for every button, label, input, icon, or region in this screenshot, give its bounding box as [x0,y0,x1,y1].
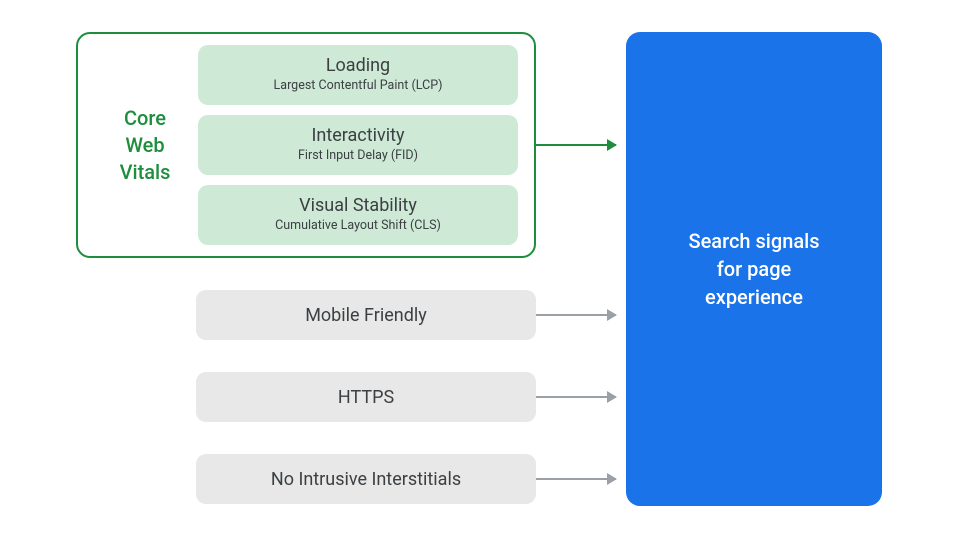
vital-interactivity: Interactivity First Input Delay (FID) [198,115,518,175]
search-signals-box: Search signals for page experience [626,32,882,506]
core-web-vitals-label: Core Web Vitals [92,105,198,186]
signal-label: Mobile Friendly [305,305,427,326]
vital-subtitle: Cumulative Layout Shift (CLS) [210,218,506,233]
vital-title: Loading [210,55,506,76]
target-text: Search signals for page experience [688,227,819,311]
cwv-label-line: Web [92,132,198,159]
arrow-cwv-to-target [536,144,616,146]
vital-title: Visual Stability [210,195,506,216]
vital-subtitle: Largest Contentful Paint (LCP) [210,78,506,93]
signal-mobile-friendly: Mobile Friendly [196,290,536,340]
vital-subtitle: First Input Delay (FID) [210,148,506,163]
arrow-mobile-to-target [536,314,616,316]
vital-visual-stability: Visual Stability Cumulative Layout Shift… [198,185,518,245]
target-line: experience [688,283,819,311]
signal-label: HTTPS [338,387,394,408]
vitals-column: Loading Largest Contentful Paint (LCP) I… [198,45,518,245]
target-line: Search signals [688,227,819,255]
cwv-label-line: Core [92,105,198,132]
arrow-https-to-target [536,396,616,398]
signal-https: HTTPS [196,372,536,422]
cwv-label-line: Vitals [92,159,198,186]
target-line: for page [688,255,819,283]
arrow-interstitials-to-target [536,478,616,480]
vital-title: Interactivity [210,125,506,146]
vital-loading: Loading Largest Contentful Paint (LCP) [198,45,518,105]
signal-label: No Intrusive Interstitials [271,469,461,490]
signal-no-intrusive-interstitials: No Intrusive Interstitials [196,454,536,504]
core-web-vitals-group: Core Web Vitals Loading Largest Contentf… [76,32,536,258]
